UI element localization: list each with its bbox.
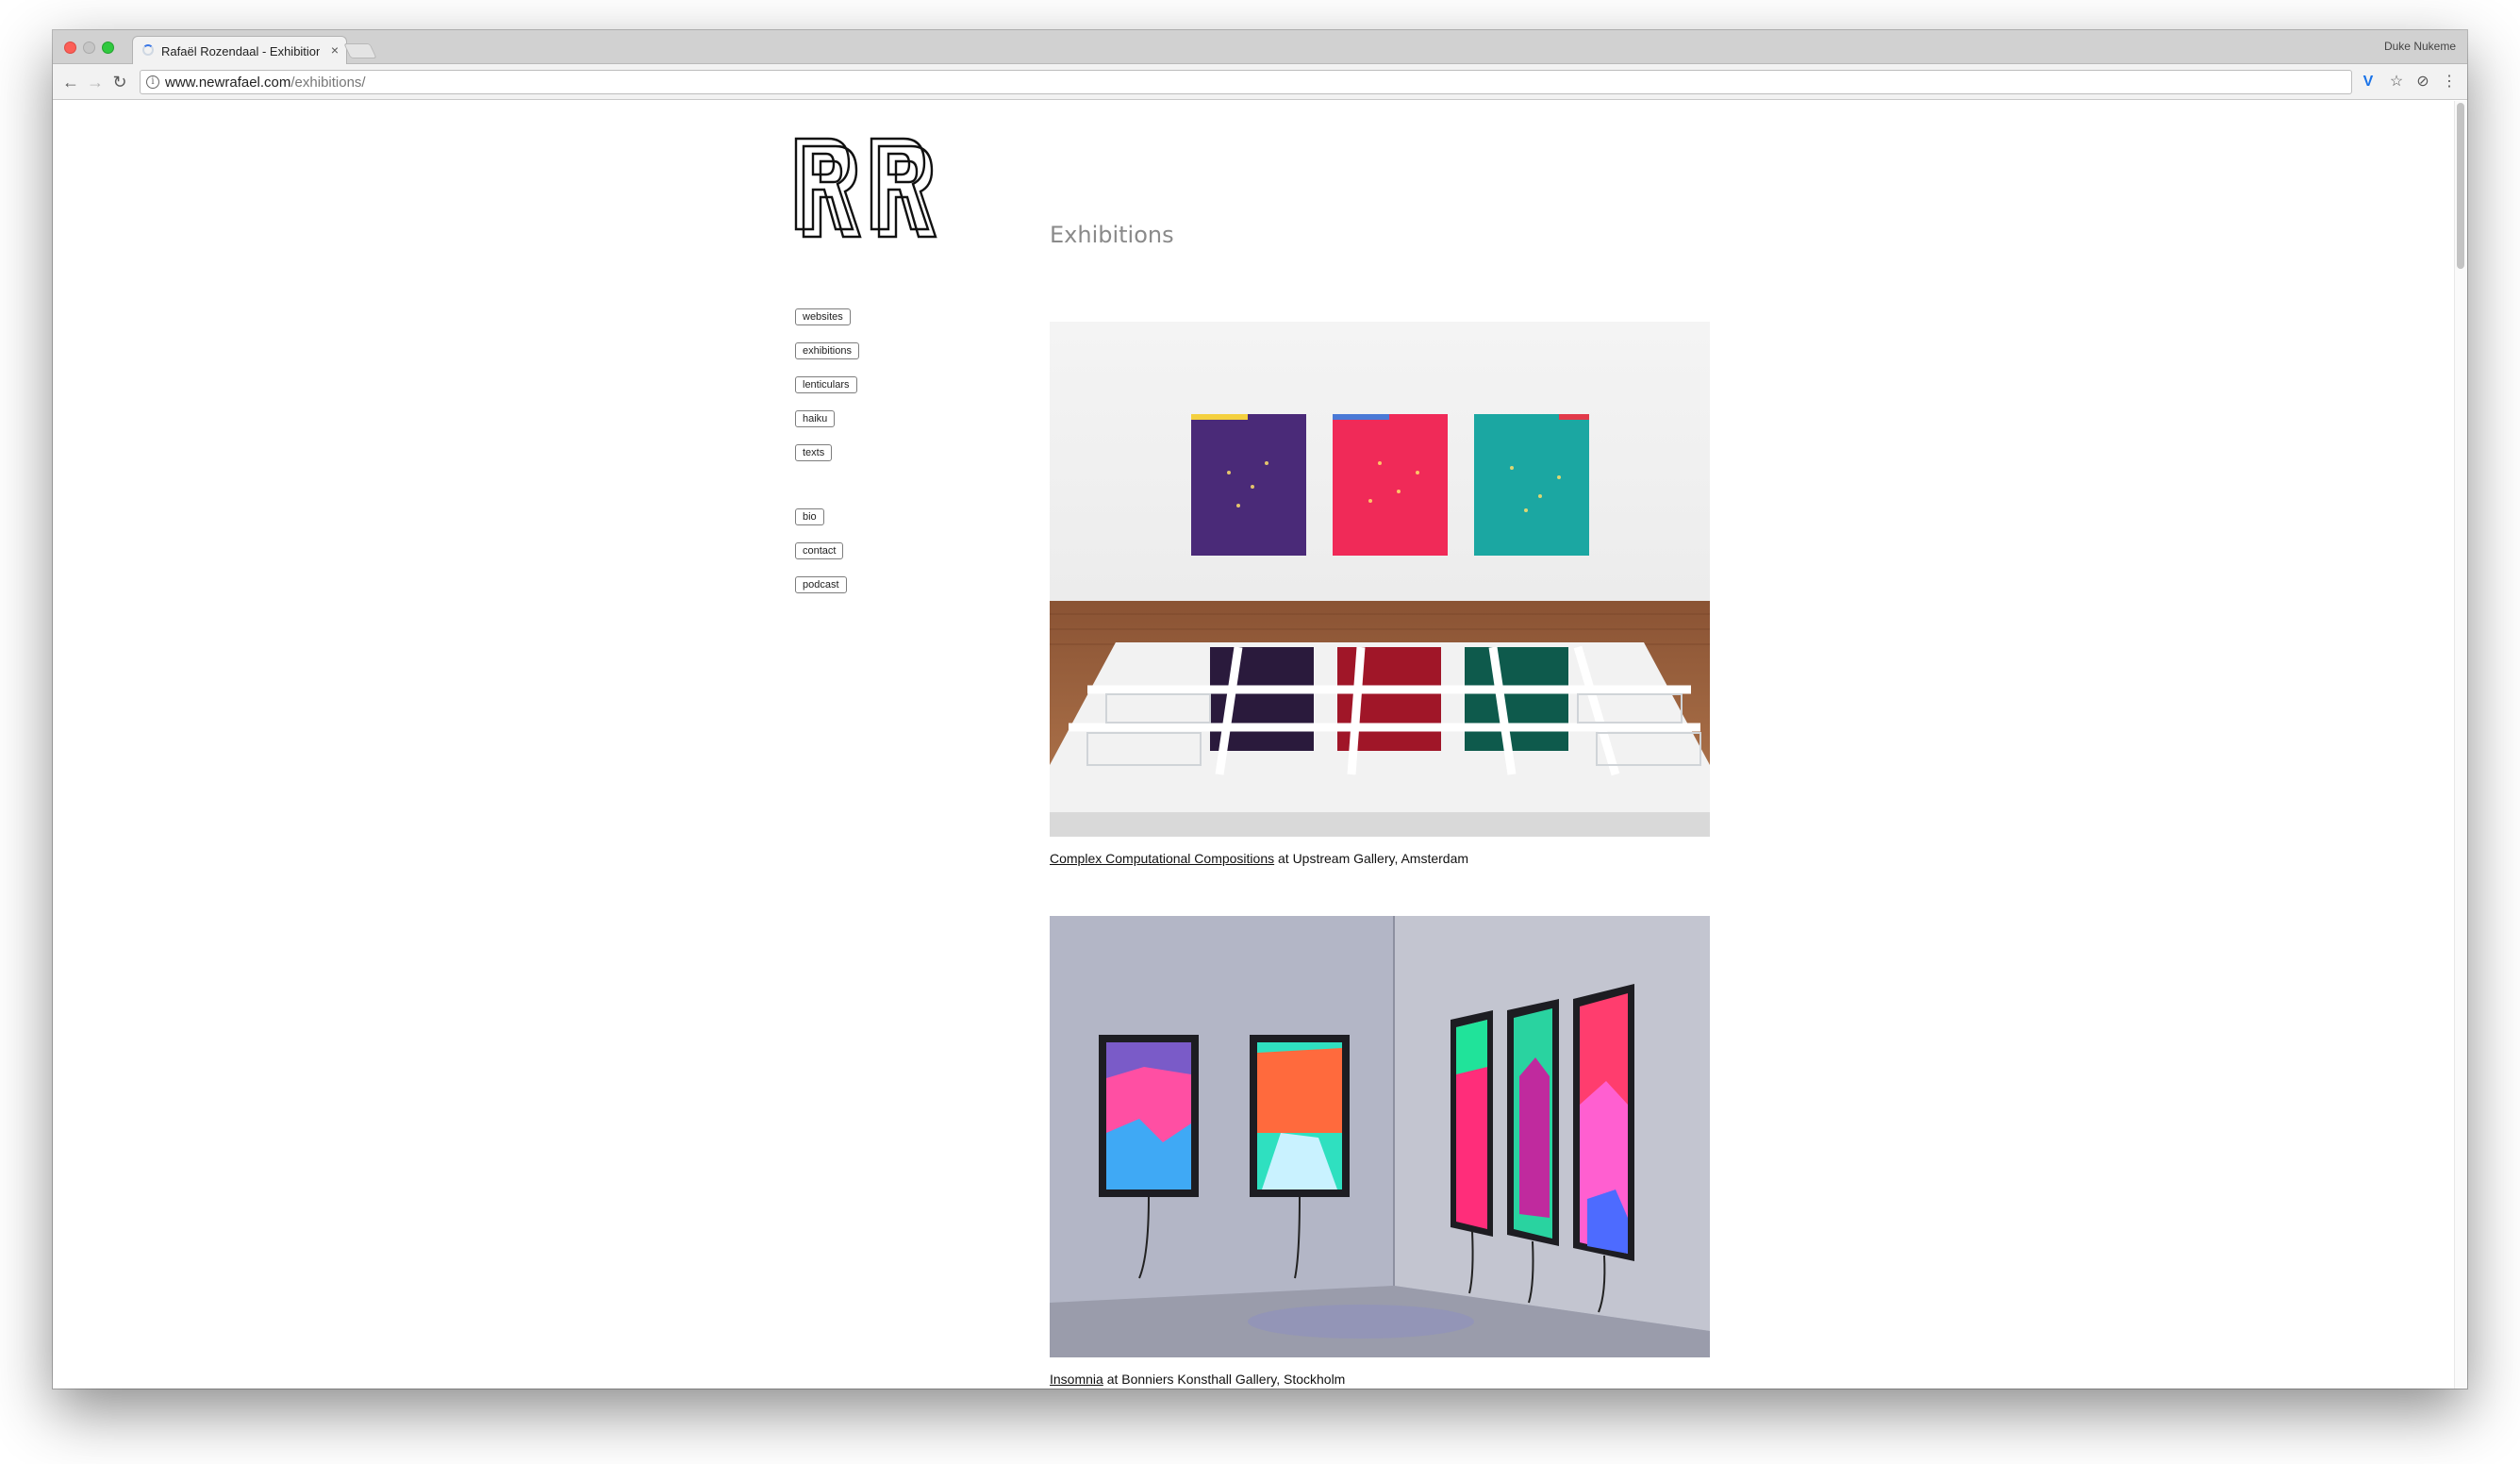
loading-spinner-icon (142, 44, 154, 56)
browser-toolbar: ← → ↻ i www.newrafael.com/exhibitions/ V… (53, 64, 2467, 100)
scrollbar-thumb[interactable] (2457, 103, 2464, 269)
extension-v-icon[interactable]: V (2358, 72, 2379, 92)
tab-title: Rafaël Rozendaal - Exhibitions (161, 44, 320, 58)
nav-websites[interactable]: websites (795, 308, 851, 325)
profile-name[interactable]: Duke Nukeme (2384, 40, 2456, 53)
nav-bio[interactable]: bio (795, 508, 824, 525)
page-title: Exhibitions (1050, 222, 1174, 248)
exhibition-photo-insomnia[interactable] (1050, 916, 1710, 1357)
back-arrow-icon[interactable]: ← (60, 72, 81, 92)
nav-podcast[interactable]: podcast (795, 576, 847, 593)
exhibition-link[interactable]: Insomnia (1050, 1372, 1103, 1387)
exhibition-venue: at Upstream Gallery, Amsterdam (1274, 851, 1469, 866)
active-tab[interactable]: Rafaël Rozendaal - Exhibitions × (132, 36, 347, 65)
url-host: www.newrafael.com (165, 75, 291, 91)
page-viewport: RR websites exhibitions lenticulars haik… (53, 101, 2467, 1389)
exhibition-photo-complex-computational[interactable] (1050, 322, 1710, 837)
bookmark-star-icon[interactable]: ☆ (2386, 72, 2407, 92)
close-window-button[interactable] (64, 42, 76, 54)
forward-arrow-icon[interactable]: → (85, 72, 106, 92)
info-icon[interactable]: i (146, 75, 159, 89)
address-bar[interactable]: i www.newrafael.com/exhibitions/ (140, 70, 2352, 94)
nav-contact[interactable]: contact (795, 542, 844, 559)
zoom-window-button[interactable] (102, 42, 114, 54)
nav-texts[interactable]: texts (795, 444, 833, 461)
url-path: /exhibitions/ (290, 75, 366, 91)
rr-logo[interactable]: RR (794, 137, 937, 246)
new-tab-button[interactable] (343, 43, 377, 58)
exhibition-caption: Insomnia at Bonniers Konsthall Gallery, … (1050, 1372, 1345, 1387)
url-text[interactable]: www.newrafael.com/exhibitions/ (165, 75, 366, 91)
nav-lenticulars[interactable]: lenticulars (795, 376, 857, 393)
tab-close-icon[interactable]: × (331, 42, 339, 58)
browser-window: Rafaël Rozendaal - Exhibitions × Duke Nu… (53, 30, 2467, 1389)
minimize-window-button[interactable] (83, 42, 95, 54)
nav-exhibitions[interactable]: exhibitions (795, 342, 859, 359)
menu-kebab-icon[interactable]: ⋮ (2439, 72, 2460, 92)
extension-shield-icon[interactable]: ⊘ (2412, 72, 2433, 92)
reload-icon[interactable]: ↻ (109, 72, 130, 92)
exhibition-caption: Complex Computational Compositions at Up… (1050, 851, 1468, 866)
vertical-scrollbar[interactable] (2454, 101, 2467, 1389)
nav-haiku[interactable]: haiku (795, 410, 836, 427)
tab-strip: Rafaël Rozendaal - Exhibitions × Duke Nu… (53, 30, 2467, 65)
exhibition-venue: at Bonniers Konsthall Gallery, Stockholm (1102, 1372, 1346, 1387)
exhibition-link[interactable]: Complex Computational Compositions (1050, 851, 1274, 866)
